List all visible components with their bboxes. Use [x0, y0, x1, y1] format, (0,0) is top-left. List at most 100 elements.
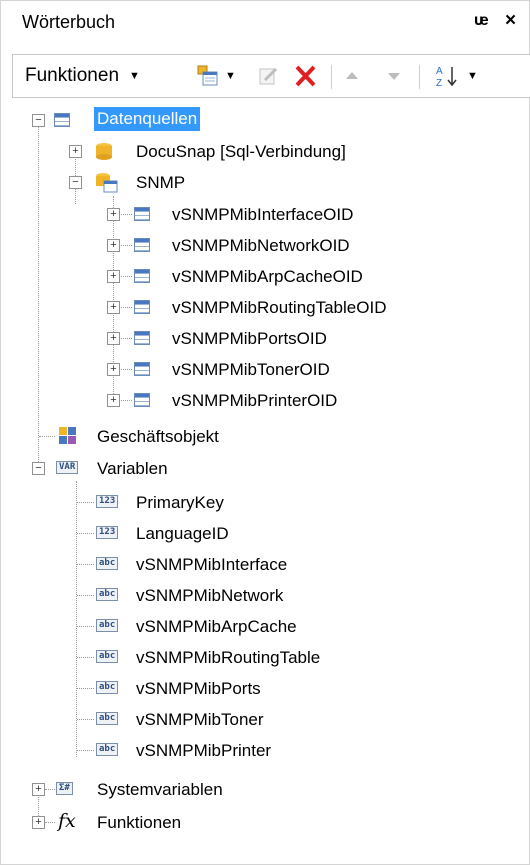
tree-connector	[77, 719, 94, 720]
tree-node-variable[interactable]: 123 LanguageID	[0, 519, 530, 547]
tree-node-label: vSNMPMibRoutingTableOID	[172, 298, 387, 317]
tree-connector	[77, 657, 94, 658]
tree-node-variable[interactable]: abc vSNMPMibArpCache	[0, 612, 530, 640]
collapse-icon[interactable]: −	[32, 462, 45, 475]
expand-icon[interactable]: +	[69, 145, 82, 158]
tree-node-geschaeftsobjekt[interactable]: Geschäftsobjekt	[0, 422, 530, 450]
panel-title: Wörterbuch	[22, 12, 116, 32]
system-variable-icon: Σ#	[56, 782, 73, 795]
tree-connector	[77, 626, 94, 627]
database-table-icon	[96, 173, 118, 193]
tree-node-label: vSNMPMibArpCache	[136, 617, 297, 636]
delete-icon	[295, 65, 316, 87]
text-variable-icon: abc	[96, 557, 119, 570]
expand-icon[interactable]: +	[107, 363, 120, 376]
edit-button[interactable]	[257, 55, 279, 97]
tree-connector	[77, 564, 94, 565]
tree-node-label: vSNMPMibTonerOID	[172, 360, 330, 379]
tree-node-label: vSNMPMibPrinter	[136, 741, 272, 760]
dictionary-tree: − Datenquellen + DocuSnap [Sql-Verbindun…	[0, 104, 530, 844]
expand-icon[interactable]: +	[107, 208, 120, 221]
tree-node-label: Datenquellen	[94, 107, 201, 131]
expand-icon[interactable]: +	[32, 816, 45, 829]
sort-az-icon: A Z	[436, 66, 457, 89]
tree-connector	[77, 688, 94, 689]
tree-node-variable[interactable]: abc vSNMPMibPorts	[0, 674, 530, 702]
tree-node-label: Systemvariablen	[97, 780, 223, 799]
text-variable-icon: abc	[96, 681, 119, 694]
tree-node-systemvariablen[interactable]: + Σ# Systemvariablen	[0, 775, 530, 803]
text-variable-icon: abc	[96, 712, 119, 725]
table-icon	[134, 331, 150, 345]
tree-node-table[interactable]: + vSNMPMibArpCacheOID	[0, 262, 530, 290]
tree-node-label: vSNMPMibInterface	[136, 555, 288, 574]
new-item-button[interactable]: ▼	[197, 55, 236, 97]
tree-node-table[interactable]: + vSNMPMibRoutingTableOID	[0, 293, 530, 321]
tree-node-table[interactable]: + vSNMPMibInterfaceOID	[0, 200, 530, 228]
move-down-button[interactable]	[385, 55, 403, 97]
close-icon[interactable]: ×	[505, 10, 516, 32]
tree-node-label: vSNMPMibNetwork	[136, 586, 284, 605]
chevron-down-icon[interactable]: ▼	[225, 70, 236, 82]
tree-node-label: vSNMPMibToner	[136, 710, 264, 729]
table-icon	[134, 393, 150, 407]
tree-node-label: PrimaryKey	[136, 493, 224, 512]
tree-node-table[interactable]: + vSNMPMibPrinterOID	[0, 386, 530, 414]
move-up-button[interactable]	[343, 55, 361, 97]
tree-node-variable[interactable]: abc vSNMPMibNetwork	[0, 581, 530, 609]
expand-icon[interactable]: +	[107, 270, 120, 283]
edit-icon	[259, 67, 278, 85]
table-icon	[54, 113, 70, 127]
tree-node-variable[interactable]: abc vSNMPMibInterface	[0, 550, 530, 578]
functions-menu-button[interactable]: Funktionen ▼	[25, 55, 140, 97]
tree-node-variable[interactable]: 123 PrimaryKey	[0, 488, 530, 516]
tree-node-table[interactable]: + vSNMPMibTonerOID	[0, 355, 530, 383]
tree-node-label: vSNMPMibPorts	[136, 679, 261, 698]
functions-menu-label: Funktionen	[25, 65, 120, 86]
expand-icon[interactable]: +	[107, 332, 120, 345]
svg-text:Z: Z	[436, 78, 442, 89]
text-variable-icon: abc	[96, 619, 119, 632]
number-variable-icon: 123	[96, 526, 119, 539]
sort-button[interactable]: A Z ▼	[435, 55, 478, 97]
expand-icon[interactable]: +	[32, 783, 45, 796]
move-down-icon	[388, 73, 400, 80]
tree-node-variable[interactable]: abc vSNMPMibToner	[0, 705, 530, 733]
tree-connector	[39, 436, 55, 437]
tree-node-docusnap[interactable]: + DocuSnap [Sql-Verbindung]	[0, 137, 530, 165]
toolbar-separator	[331, 65, 332, 89]
tree-node-variablen[interactable]: − VAR Variablen	[0, 454, 530, 482]
tree-node-label: vSNMPMibNetworkOID	[172, 236, 350, 255]
tree-connector	[77, 502, 94, 503]
function-icon: fx	[58, 810, 76, 832]
tree-node-label: Geschäftsobjekt	[97, 427, 219, 446]
tree-node-label: vSNMPMibArpCacheOID	[172, 267, 363, 286]
delete-button[interactable]	[293, 55, 317, 97]
tree-node-funktionen[interactable]: + fx Funktionen	[0, 808, 530, 836]
expand-icon[interactable]: +	[107, 301, 120, 314]
expand-icon[interactable]: +	[107, 394, 120, 407]
chevron-down-icon[interactable]: ▼	[467, 70, 478, 82]
tree-node-table[interactable]: + vSNMPMibNetworkOID	[0, 231, 530, 259]
collapse-icon[interactable]: −	[69, 176, 82, 189]
tree-node-label: SNMP	[136, 173, 186, 192]
table-icon	[134, 238, 150, 252]
tree-node-datenquellen[interactable]: − Datenquellen	[0, 106, 530, 134]
text-variable-icon: abc	[96, 650, 119, 663]
tree-node-table[interactable]: + vSNMPMibPortsOID	[0, 324, 530, 352]
tree-node-label: Variablen	[97, 459, 168, 478]
tree-node-label: Funktionen	[97, 813, 182, 832]
tree-connector	[77, 533, 94, 534]
table-icon	[134, 269, 150, 283]
tree-node-variable[interactable]: abc vSNMPMibRoutingTable	[0, 643, 530, 671]
tree-node-label: vSNMPMibPrinterOID	[172, 391, 338, 410]
pin-icon[interactable]: ᵫ	[474, 12, 489, 30]
number-variable-icon: 123	[96, 495, 119, 508]
expand-icon[interactable]: +	[107, 239, 120, 252]
move-up-icon	[346, 72, 358, 79]
tree-node-snmp[interactable]: − SNMP	[0, 168, 530, 196]
collapse-icon[interactable]: −	[32, 114, 45, 127]
tree-node-variable[interactable]: abc vSNMPMibPrinter	[0, 736, 530, 764]
tree-node-label: vSNMPMibPortsOID	[172, 329, 327, 348]
tree-node-label: vSNMPMibInterfaceOID	[172, 205, 354, 224]
